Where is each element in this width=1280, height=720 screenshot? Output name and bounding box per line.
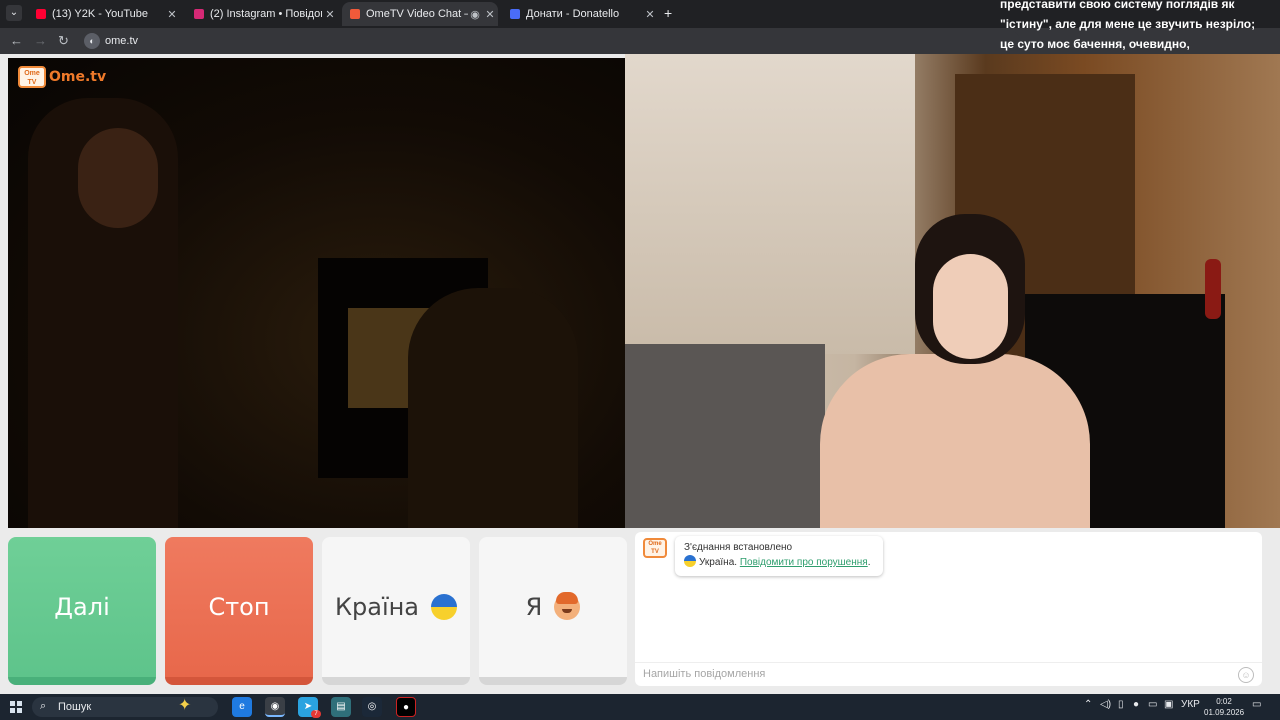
search-text: Пошук <box>58 701 92 713</box>
notification-icon[interactable]: ▭ <box>1252 699 1261 710</box>
bottle-shape <box>1205 259 1221 319</box>
ukraine-flag-icon <box>431 594 458 620</box>
emoji-icon[interactable]: ☺ <box>1238 667 1254 683</box>
tab-title: OmeTV Video Chat — Ome <box>366 8 468 20</box>
donatello-icon <box>510 9 520 19</box>
country-label: Країна <box>334 593 420 621</box>
wall-shape <box>625 54 915 354</box>
close-icon[interactable]: ✕ <box>642 8 658 21</box>
ukraine-flag-icon <box>684 555 696 567</box>
message-input[interactable]: Напишіть повідомлення <box>643 668 765 680</box>
recording-icon: ◉ <box>470 8 480 21</box>
message-input-row: Напишіть повідомлення ☺ <box>635 662 1262 686</box>
tab-title: Донати - Donatello <box>526 8 620 20</box>
report-suffix: . <box>867 557 871 568</box>
copilot-sparkle-icon[interactable]: ✦ <box>178 695 191 715</box>
connection-status: З'єднання встановлено <box>684 542 793 553</box>
chrome-icon[interactable]: ◉ <box>265 697 285 717</box>
bed-shape <box>625 344 825 528</box>
me-label: Я <box>525 593 543 621</box>
tv-icon: Ome TV <box>18 66 46 88</box>
stranger-video: Ome TV Ome.tv <box>8 58 625 528</box>
stranger-country: Україна. <box>699 557 738 568</box>
ometv-icon <box>350 9 360 19</box>
tab-donatello[interactable]: Донати - Donatello ✕ <box>502 2 658 26</box>
system-message: З'єднання встановлено Україна. Повідомит… <box>675 536 883 576</box>
tab-search-chevron-icon[interactable]: ⌄ <box>6 5 22 21</box>
overlay-caption: представити свою систему поглядів як "іс… <box>1000 0 1256 51</box>
logo-text: Ome.tv <box>49 69 107 85</box>
tray-chevron-icon[interactable]: ⌃ <box>1084 699 1092 710</box>
clock-date: 01.09.2026 <box>1204 708 1245 717</box>
next-label: Далі <box>54 593 110 621</box>
close-icon[interactable]: ✕ <box>322 8 338 21</box>
site-info-icon[interactable]: ◐ <box>84 33 100 49</box>
notepad-icon[interactable]: ▤ <box>331 697 351 717</box>
tab-ometv[interactable]: OmeTV Video Chat — Ome ◉ ✕ <box>342 2 498 26</box>
forward-arrow-icon[interactable]: → <box>34 33 47 48</box>
speaker-icon[interactable]: ◁) <box>1100 699 1111 710</box>
next-button[interactable]: Далі <box>8 537 156 685</box>
stop-label: Стоп <box>208 593 270 621</box>
tab-youtube[interactable]: (13) Y2K - YouTube ✕ <box>28 2 180 26</box>
address-bar[interactable]: ◐ ome.tv <box>80 31 1020 51</box>
instagram-icon <box>194 9 204 19</box>
me-button[interactable]: Я <box>479 537 627 685</box>
clock[interactable]: 0:02 01.09.2026 <box>1204 696 1244 718</box>
person-torso-shape <box>820 354 1090 528</box>
back-arrow-icon[interactable]: ← <box>10 33 23 48</box>
url-text: ome.tv <box>105 35 139 47</box>
obs-icon[interactable]: ● <box>396 697 416 717</box>
taskbar: ⌕ Пошук ✦ e ◉ ➤ 7 ▤ ◎ ● ⌃ ◁) ▯ ● ▭ ▣ УКР… <box>0 694 1280 720</box>
ometv-logo: Ome TV Ome.tv <box>18 66 106 88</box>
face-shape <box>933 254 1008 359</box>
new-tab-plus-icon[interactable]: + <box>664 5 672 21</box>
steam-icon[interactable]: ◎ <box>362 697 382 717</box>
close-icon[interactable]: ✕ <box>482 8 498 21</box>
report-link[interactable]: Повідомити про порушення <box>740 557 868 568</box>
ometv-page: Ome TV Ome.tv Далі Стоп Країна Я Ome TV … <box>0 54 1280 694</box>
avatar-face-icon <box>554 592 581 620</box>
stop-button[interactable]: Стоп <box>165 537 313 685</box>
tab-title: (13) Y2K - YouTube <box>52 8 149 20</box>
chat-panel: Ome TV З'єднання встановлено Україна. По… <box>635 532 1262 686</box>
tab-title: (2) Instagram • Повідомлення <box>210 8 322 20</box>
tab-instagram[interactable]: (2) Instagram • Повідомлення ✕ <box>186 2 338 26</box>
network-icon[interactable]: ▭ <box>1148 699 1157 710</box>
close-icon[interactable]: ✕ <box>164 8 180 21</box>
battery-icon[interactable]: ▯ <box>1118 699 1124 710</box>
reload-icon[interactable]: ↻ <box>58 33 69 49</box>
face-shape <box>78 128 158 228</box>
telegram-badge: 7 <box>311 710 321 718</box>
microphone-icon[interactable]: ● <box>1133 699 1139 710</box>
edge-icon[interactable]: e <box>232 697 252 717</box>
search-icon: ⌕ <box>40 700 47 712</box>
language-indicator[interactable]: УКР <box>1181 699 1200 710</box>
country-button[interactable]: Країна <box>322 537 470 685</box>
ometv-tv-icon: Ome TV <box>643 538 667 558</box>
clock-time: 0:02 <box>1216 697 1232 706</box>
display-icon[interactable]: ▣ <box>1164 699 1173 710</box>
second-person-silhouette <box>408 288 578 528</box>
youtube-icon <box>36 9 46 19</box>
self-video <box>625 54 1280 528</box>
windows-start-icon[interactable] <box>10 701 22 713</box>
